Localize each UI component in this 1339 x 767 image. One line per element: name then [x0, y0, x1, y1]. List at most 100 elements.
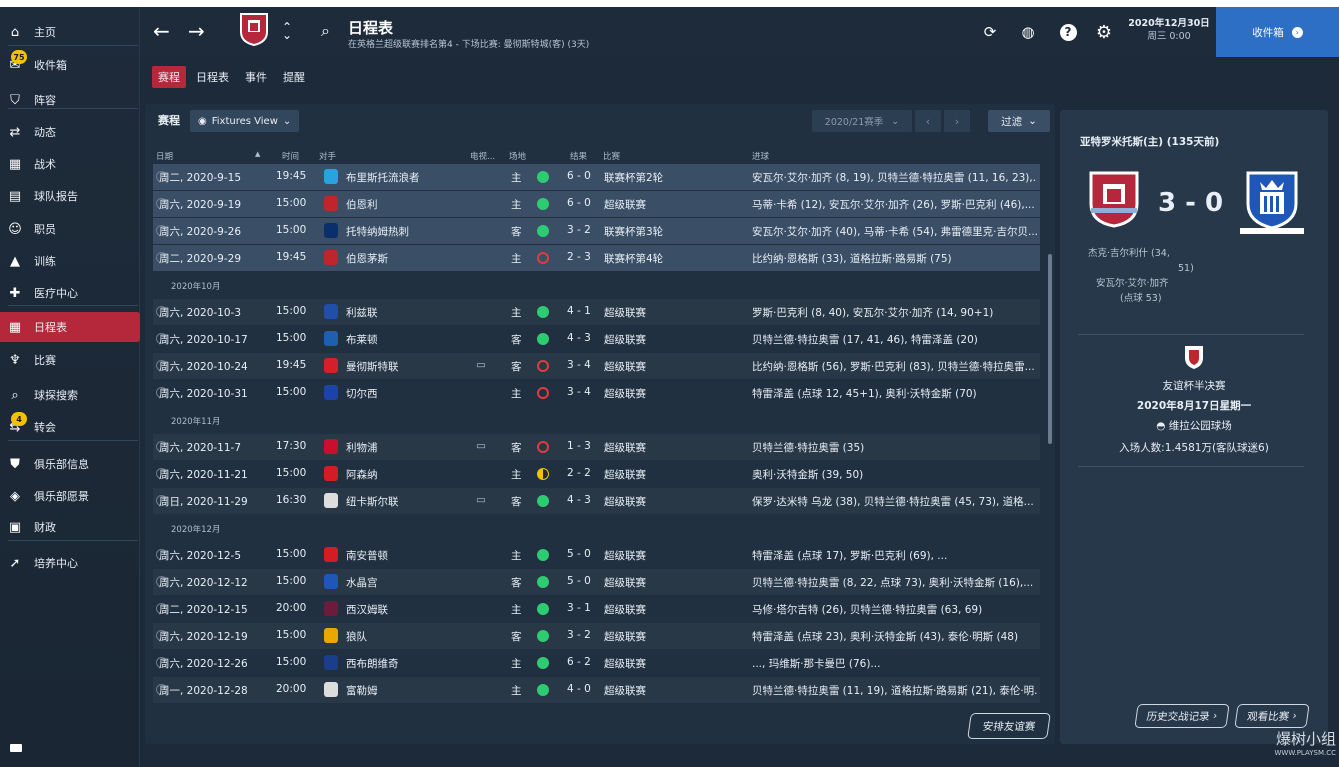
world-icon[interactable]: ◍: [1017, 21, 1039, 43]
col-venue[interactable]: 场地: [509, 150, 526, 162]
page-title: 日程表: [348, 19, 394, 37]
fixture-score: 3 - 4: [567, 386, 591, 398]
status-icon[interactable]: [10, 744, 22, 752]
sidebar-item-1[interactable]: ✉ 收件箱 75: [0, 50, 140, 80]
tab-1[interactable]: 日程表: [190, 66, 235, 88]
fixture-row[interactable]: 周六, 2020-11-21 15:00 阿森纳 主 2 - 2 超级联赛 奥利·沃特金斯 …: [153, 461, 1040, 487]
fixture-competition: 超级联赛: [604, 199, 646, 211]
fixture-venue: 主: [511, 172, 522, 184]
col-date[interactable]: 日期: [156, 150, 173, 162]
col-tv[interactable]: 电视...: [470, 150, 495, 162]
fixture-row[interactable]: 周六, 2020-9-19 15:00 伯恩利 主 6 - 0 超级联赛 马蒂·卡希 (12…: [153, 191, 1040, 217]
sidebar-item-4[interactable]: ▦ 战术: [0, 149, 140, 179]
tab-bar: 赛程 日程表 事件 提醒: [152, 66, 311, 88]
opponent-crest-icon: [324, 682, 338, 697]
sidebar-item-5[interactable]: ▤ 球队报告: [0, 181, 140, 211]
fixture-row[interactable]: 周二, 2020-9-29 19:45 伯恩茅斯 主 2 - 3 联赛杯第4轮 比约纳·恩格…: [153, 245, 1040, 271]
sidebar-item-15[interactable]: ▣ 财政: [0, 512, 140, 542]
fixture-opponent: 西布朗维奇: [346, 658, 399, 670]
fixture-time: 15:00: [276, 386, 307, 398]
fixture-time: 19:45: [276, 359, 307, 371]
fixture-row[interactable]: 周二, 2020-12-15 20:00 西汉姆联 主 3 - 1 超级联赛 马修·塔尔吉特…: [153, 596, 1040, 622]
tab-3[interactable]: 提醒: [277, 66, 311, 88]
fixture-row[interactable]: 周六, 2020-10-17 15:00 布莱顿 客 4 - 3 超级联赛 贝特兰德·特拉奥…: [153, 326, 1040, 352]
fixture-date: 周六, 2020-10-17: [159, 334, 248, 346]
head-to-head-button[interactable]: 历史交战记录 ›: [1134, 704, 1230, 728]
fixture-time: 16:30: [276, 494, 307, 506]
sidebar-item-14[interactable]: ◈ 俱乐部愿景: [0, 481, 140, 511]
search-icon[interactable]: ⌕: [321, 21, 330, 41]
opponent-crest-icon: [324, 628, 338, 643]
tab-0[interactable]: 赛程: [152, 66, 186, 88]
col-result[interactable]: 结果: [570, 150, 587, 162]
fixture-row[interactable]: 周二, 2020-9-15 19:45 布里斯托流浪者 主 6 - 0 联赛杯第2轮 安瓦尔…: [153, 164, 1040, 190]
col-competition[interactable]: 比赛: [603, 150, 620, 162]
fixture-row[interactable]: 周六, 2020-10-24 19:45 曼彻斯特联 ▭ 客 3 - 4 超级联赛 比约纳·恩…: [153, 353, 1040, 379]
view-selector[interactable]: ◉ Fixtures View ⌄: [190, 110, 300, 132]
watch-match-button[interactable]: 观看比赛 ›: [1234, 704, 1310, 728]
sidebar-item-2[interactable]: ⛉ 阵容: [0, 85, 140, 115]
fixture-row[interactable]: 周六, 2020-12-19 15:00 狼队 客 3 - 2 超级联赛 特雷泽盖 (点球 …: [153, 623, 1040, 649]
stadium-row: ◓ 维拉公园球场: [1060, 418, 1328, 433]
fixture-date: 周六, 2020-12-5: [159, 550, 242, 562]
scrollbar[interactable]: [1048, 254, 1052, 444]
club-crest-icon[interactable]: [239, 12, 269, 46]
fixture-row[interactable]: 周六, 2020-11-7 17:30 利物浦 ▭ 客 1 - 3 超级联赛 贝特兰德·特拉奥…: [153, 434, 1040, 460]
sidebar-item-7[interactable]: ▲ 训练: [0, 246, 140, 276]
sidebar-item-6[interactable]: ☺ 职员: [0, 214, 140, 244]
time-text: 周三 0:00: [1147, 31, 1191, 42]
col-goals[interactable]: 进球: [752, 150, 769, 162]
sidebar-item-13[interactable]: ⛊ 俱乐部信息: [0, 449, 140, 479]
fixture-row[interactable]: 周一, 2020-12-28 20:00 富勒姆 主 4 - 0 超级联赛 贝特兰德·特拉奥…: [153, 677, 1040, 703]
fixture-goals: 奥利·沃特金斯 (39, 50): [752, 469, 864, 481]
tv-icon: ▭: [476, 494, 486, 506]
back-arrow-icon[interactable]: ←: [153, 19, 170, 43]
tv-icon: ▭: [476, 359, 486, 371]
fixture-date: 周六, 2020-10-24: [159, 361, 248, 373]
fixture-competition: 超级联赛: [604, 658, 646, 670]
opponent-crest-icon: [324, 250, 338, 265]
sidebar-item-9[interactable]: ▦ 日程表: [0, 312, 140, 342]
sidebar-item-16[interactable]: ➚ 培养中心: [0, 548, 140, 578]
result-indicator-icon: [537, 252, 549, 264]
medical-icon: ✚: [9, 285, 21, 301]
fixture-row[interactable]: 周六, 2020-12-5 15:00 南安普顿 主 5 - 0 超级联赛 特雷泽盖 (点球…: [153, 542, 1040, 568]
sidebar-item-0[interactable]: ⌂ 主页: [0, 17, 140, 47]
fixture-date: 周二, 2020-12-15: [159, 604, 248, 616]
fixture-date: 周二, 2020-9-15: [159, 172, 242, 184]
col-time[interactable]: 时间: [282, 150, 299, 162]
forward-arrow-icon[interactable]: →: [188, 19, 205, 43]
sidebar-item-8[interactable]: ✚ 医疗中心: [0, 278, 140, 308]
tab-2[interactable]: 事件: [239, 66, 273, 88]
sort-asc-icon[interactable]: ▲: [255, 150, 260, 158]
scorer-line: 杰克·吉尔利什 (34,: [1088, 248, 1170, 259]
sidebar-item-label: 职员: [34, 223, 56, 236]
fixture-row[interactable]: 周六, 2020-12-12 15:00 水晶宫 客 5 - 0 超级联赛 贝特兰德·特拉奥…: [153, 569, 1040, 595]
fixture-goals: ..., 玛维斯·那卡曼巴 (76)...: [752, 658, 881, 670]
fixture-time: 19:45: [276, 251, 307, 263]
next-season-button[interactable]: ›: [944, 110, 970, 132]
help-icon[interactable]: ?: [1057, 21, 1079, 43]
fixture-row[interactable]: 周六, 2020-10-31 15:00 切尔西 主 3 - 4 超级联赛 特雷泽盖 (点球…: [153, 380, 1040, 406]
filter-button[interactable]: 过滤 ⌄: [988, 110, 1050, 132]
prev-season-button[interactable]: ‹: [915, 110, 941, 132]
switch-club-icon[interactable]: ⌃ ⌄: [282, 21, 292, 41]
fixture-row[interactable]: 周日, 2020-11-29 16:30 纽卡斯尔联 ▭ 客 4 - 3 超级联赛 保罗·达米…: [153, 488, 1040, 514]
sidebar-item-10[interactable]: ♆ 比赛: [0, 345, 140, 375]
fixture-row[interactable]: 周六, 2020-12-26 15:00 西布朗维奇 主 6 - 2 超级联赛 ..., 玛…: [153, 650, 1040, 676]
inbox-continue-button[interactable]: 收件箱 ›: [1216, 7, 1339, 57]
fixture-row[interactable]: 周六, 2020-10-3 15:00 利兹联 主 4 - 1 超级联赛 罗斯·巴克利 (8…: [153, 299, 1040, 325]
season-selector[interactable]: 2020/21赛季 ⌄: [812, 110, 912, 132]
competition-name: 友谊杯半决赛: [1162, 380, 1226, 392]
scorer-line: 安瓦尔·艾尔·加齐: [1096, 278, 1169, 289]
chevron-down-icon: ⌄: [891, 115, 900, 127]
sidebar-item-12[interactable]: ⇆ 转会 4: [0, 412, 140, 442]
gear-icon[interactable]: ⚙: [1093, 21, 1115, 43]
sidebar-item-3[interactable]: ⇄ 动态: [0, 117, 140, 147]
fixture-row[interactable]: 周六, 2020-9-26 15:00 托特纳姆热刺 客 3 - 2 联赛杯第3轮 安瓦尔·…: [153, 218, 1040, 244]
refresh-icon[interactable]: ⟳: [979, 21, 1001, 43]
sidebar-item-label: 收件箱: [34, 59, 67, 72]
col-opponent[interactable]: 对手: [319, 150, 336, 162]
arrange-friendly-button[interactable]: 安排友谊赛: [967, 713, 1051, 739]
sidebar-item-11[interactable]: ⌕ 球探搜索: [0, 380, 140, 410]
